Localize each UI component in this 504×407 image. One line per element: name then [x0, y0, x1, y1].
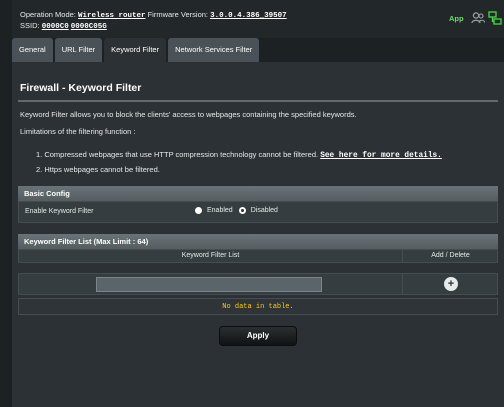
limitation-item-1: 1. Compressed webpages that use HTTP com…: [36, 150, 442, 160]
top-bar: Operation Mode: Wireless router Firmware…: [12, 0, 504, 38]
ssid-label: SSID:: [20, 21, 40, 30]
enable-radio-group: Enabled Disabled: [195, 207, 278, 214]
tab-bar: General URL Filter Keyword Filter Networ…: [12, 38, 260, 62]
limitations-heading: Limitations of the filtering function :: [20, 127, 136, 136]
page-title: Firewall - Keyword Filter: [20, 82, 142, 94]
main-panel: Firewall - Keyword Filter Keyword Filter…: [12, 62, 504, 407]
operation-mode-label: Operation Mode:: [20, 10, 76, 19]
network-map-icon[interactable]: [488, 11, 502, 25]
app-link[interactable]: App: [449, 14, 464, 23]
tab-network-services-filter[interactable]: Network Services Filter: [168, 38, 260, 62]
radio-disabled[interactable]: [238, 207, 246, 214]
ssid-line: SSID: 0000C0 0000C05G: [20, 21, 107, 31]
ssid-2g: 0000C0: [41, 23, 69, 31]
tab-keyword-filter[interactable]: Keyword Filter: [104, 38, 167, 62]
title-divider: [18, 100, 498, 102]
firmware-label: Firmware Version:: [147, 10, 209, 19]
keyword-list-columns: Keyword Filter List Add / Delete: [18, 249, 498, 263]
column-add-delete: Add / Delete: [431, 252, 470, 259]
enable-keyword-filter-row: Enable Keyword Filter Enabled Disabled: [18, 201, 498, 223]
limitation-item-2: 2. Https webpages cannot be filtered.: [36, 165, 160, 174]
column-divider: [402, 274, 403, 294]
ssid-5g: 0000C05G: [70, 23, 107, 31]
keyword-input[interactable]: [96, 277, 322, 292]
basic-config-heading: Basic Config: [18, 186, 498, 201]
radio-disabled-label[interactable]: Disabled: [251, 207, 278, 214]
operation-mode-line: Operation Mode: Wireless router Firmware…: [20, 10, 287, 20]
enable-keyword-filter-label: Enable Keyword Filter: [25, 208, 94, 215]
empty-table-row: No data in table.: [18, 298, 498, 315]
more-details-link[interactable]: See here for more details.: [320, 152, 442, 160]
user-icon[interactable]: [471, 11, 485, 25]
operation-mode-link[interactable]: Wireless router: [78, 12, 146, 20]
limitation-1-text: 1. Compressed webpages that use HTTP com…: [36, 150, 319, 159]
radio-enabled[interactable]: [195, 207, 202, 214]
no-data-message: No data in table.: [222, 303, 294, 311]
plus-circle-icon[interactable]: +: [444, 277, 458, 291]
column-keyword-filter-list: Keyword Filter List: [181, 252, 240, 259]
tab-general[interactable]: General: [12, 38, 53, 62]
tab-url-filter[interactable]: URL Filter: [54, 38, 103, 62]
firmware-version-link[interactable]: 3.0.0.4.386_39507: [210, 12, 287, 20]
radio-enabled-label[interactable]: Enabled: [207, 207, 233, 214]
keyword-input-row: +: [18, 273, 498, 295]
keyword-list-heading: Keyword Filter List (Max Limit : 64): [18, 234, 498, 249]
description-text: Keyword Filter allows you to block the c…: [20, 110, 357, 119]
apply-button[interactable]: Apply: [219, 326, 297, 346]
